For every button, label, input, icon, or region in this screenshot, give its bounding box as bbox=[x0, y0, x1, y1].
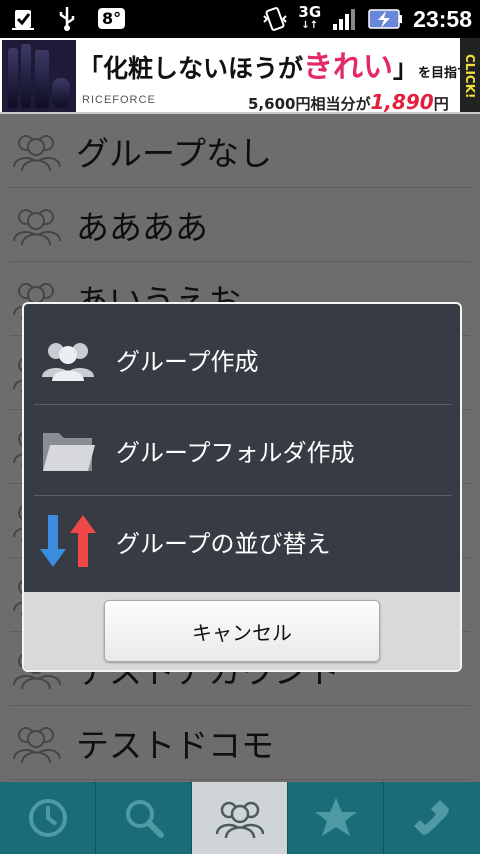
usb-icon bbox=[54, 4, 80, 32]
menu-label: グループ作成 bbox=[116, 347, 259, 376]
search-icon bbox=[125, 800, 164, 838]
menu-sort-groups[interactable]: グループの並び替え bbox=[34, 496, 452, 586]
temperature-badge: 8° bbox=[98, 7, 126, 29]
signal-icon bbox=[331, 5, 357, 33]
folder-icon bbox=[38, 422, 98, 478]
tab-history[interactable] bbox=[0, 782, 96, 854]
checklist-icon bbox=[10, 4, 36, 32]
tab-groups[interactable] bbox=[192, 782, 288, 854]
cancel-button[interactable]: キャンセル bbox=[104, 600, 380, 662]
dialog-footer: キャンセル bbox=[24, 592, 460, 670]
group-add-icon bbox=[38, 331, 98, 387]
ad-price: 5,600円相当分が1,890円 bbox=[248, 90, 449, 114]
ad-click-label[interactable]: CLICK! bbox=[460, 38, 480, 112]
tab-phone[interactable] bbox=[384, 782, 480, 854]
vibrate-icon bbox=[262, 5, 288, 33]
clock-icon bbox=[28, 799, 67, 837]
ad-banner[interactable]: 「化粧しないほうがきれい」を目指す RICEFORCE 5,600円相当分が1,… bbox=[0, 38, 480, 114]
status-bar: 8° 3G ↓↑ 23:58 bbox=[0, 0, 480, 38]
status-system: 3G ↓↑ 23:58 bbox=[262, 2, 472, 36]
groups-icon bbox=[215, 801, 264, 838]
ad-product-image bbox=[2, 40, 76, 112]
menu-label: グループフォルダ作成 bbox=[116, 438, 355, 467]
phone-icon bbox=[414, 800, 449, 835]
menu-label: グループの並び替え bbox=[116, 529, 331, 558]
sort-arrows-icon bbox=[38, 513, 98, 569]
menu-create-group[interactable]: グループ作成 bbox=[34, 314, 452, 404]
tab-search[interactable] bbox=[96, 782, 192, 854]
ad-headline: 「化粧しないほうがきれい」を目指す bbox=[78, 50, 471, 85]
tab-favorites[interactable] bbox=[288, 782, 384, 854]
bottom-tab-bar bbox=[0, 782, 480, 854]
clock-time: 23:58 bbox=[413, 5, 472, 32]
group-options-dialog: グループ作成 グループフォルダ作成 グループの並び替え キャンセル bbox=[22, 302, 462, 672]
menu-create-group-folder[interactable]: グループフォルダ作成 bbox=[34, 405, 452, 495]
star-icon bbox=[314, 798, 357, 836]
status-notifications: 8° bbox=[10, 4, 126, 32]
battery-charging-icon bbox=[367, 5, 403, 33]
network-type: 3G ↓↑ bbox=[298, 3, 322, 32]
ad-brand: RICEFORCE bbox=[82, 94, 156, 106]
